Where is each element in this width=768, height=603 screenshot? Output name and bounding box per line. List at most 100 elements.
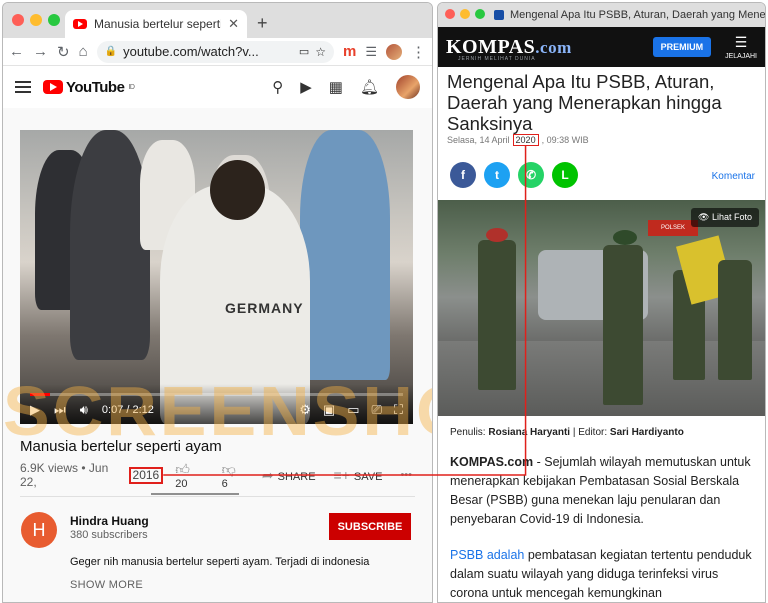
thumbs-up-icon: 👍︎ xyxy=(175,460,190,477)
psbb-link[interactable]: PSBB adalah xyxy=(450,548,524,562)
penulis-name[interactable]: Rosiana Haryanti xyxy=(488,427,570,438)
save-label: SAVE xyxy=(353,471,383,483)
kompas-logo-text: KOMPAS xyxy=(446,35,536,58)
share-arrow-icon: ➦ xyxy=(261,466,274,483)
article-headline: Mengenal Apa Itu PSBB, Aturan, Daerah ya… xyxy=(447,71,722,134)
play-icon[interactable]: ▶ xyxy=(30,402,40,418)
lihat-foto-button[interactable]: 👁︎ Lihat Foto xyxy=(691,208,759,227)
views-date: 6.9K views • Jun 22, xyxy=(20,461,109,489)
profile-avatar-icon[interactable] xyxy=(386,43,402,60)
next-icon[interactable]: ⏭︎ xyxy=(54,402,66,418)
user-avatar[interactable] xyxy=(396,75,420,99)
apps-grid-icon[interactable]: ▦ xyxy=(329,78,343,96)
minimize-window-button[interactable] xyxy=(30,14,42,26)
extension-m-icon[interactable]: m xyxy=(343,43,356,60)
kompas-favicon-icon xyxy=(494,10,504,20)
article-photo[interactable]: POLSEK 👁︎ Lihat Foto xyxy=(438,200,765,416)
forward-arrow-icon[interactable]: → xyxy=(33,43,48,60)
show-more-button[interactable]: SHOW MORE xyxy=(70,579,143,591)
media-list-icon[interactable]: ☰ xyxy=(365,44,377,60)
like-button[interactable]: 👍︎20 xyxy=(175,461,203,490)
dislike-button[interactable]: 👎︎6 xyxy=(222,461,244,490)
youtube-watch-page: GERMANY ▶ ⏭︎ 🔊︎ 0:07 / 2:12 ⚙ ▣ ▭ ⎚ ⛶ Ma… xyxy=(3,108,432,602)
window-controls xyxy=(12,14,60,26)
youtube-logo-text: YouTube xyxy=(66,78,125,96)
video-player[interactable]: GERMANY ▶ ⏭︎ 🔊︎ 0:07 / 2:12 ⚙ ▣ ▭ ⎚ ⛶ xyxy=(20,130,413,424)
subscriber-count: 380 subscribers xyxy=(70,529,148,541)
channel-name[interactable]: Hindra Huang xyxy=(70,514,149,528)
penulis-label: Penulis: xyxy=(450,427,486,438)
youtube-header: YouTube ID ⚲ ▶ ▦ 🔔︎ xyxy=(3,66,432,108)
lihat-foto-label: Lihat Foto xyxy=(711,212,752,222)
time-display: 0:07 / 2:12 xyxy=(101,404,154,416)
progress-bar[interactable] xyxy=(30,393,403,396)
video-description: Geger nih manusia bertelur seperti ayam.… xyxy=(70,556,370,568)
year-highlight-box: 2016 xyxy=(128,466,164,484)
new-tab-button[interactable]: + xyxy=(257,13,268,34)
zoom-window-button[interactable] xyxy=(48,14,60,26)
tab-title: Manusia bertelur seperti ayam xyxy=(94,17,222,31)
settings-gear-icon[interactable]: ⚙ xyxy=(299,402,311,418)
browser-titlebar: Manusia bertelur seperti ayam ✕ + xyxy=(3,3,432,38)
eye-icon: 👁︎ xyxy=(698,212,712,222)
address-bar[interactable]: 🔒 youtube.com/watch?v... ▭ ☆ xyxy=(96,40,334,63)
date-prefix: Selasa, 14 April xyxy=(447,135,510,145)
reload-icon[interactable]: ↻ xyxy=(57,43,70,61)
cast-icon[interactable]: ⎚ xyxy=(371,402,381,418)
browser-titlebar: Mengenal Apa Itu PSBB, Aturan, Daerah ya… xyxy=(438,3,765,27)
facebook-share-icon[interactable]: f xyxy=(450,162,476,188)
search-icon[interactable]: ⚲ xyxy=(272,78,283,96)
lock-icon: 🔒 xyxy=(104,46,118,57)
kompas-tagline: JERNIH MELIHAT DUNIA xyxy=(458,56,536,62)
minimize-window-button[interactable] xyxy=(460,9,470,19)
player-controls: ▶ ⏭︎ 🔊︎ 0:07 / 2:12 ⚙ ▣ ▭ ⎚ ⛶ xyxy=(20,384,413,424)
close-window-button[interactable] xyxy=(445,9,455,19)
channel-avatar[interactable]: H xyxy=(21,512,57,548)
theater-mode-icon[interactable]: ▭ xyxy=(347,402,359,418)
article-date: Selasa, 14 April 2020 , 09:38 WIB xyxy=(447,134,589,146)
share-button[interactable]: ➦ SHARE xyxy=(262,467,316,484)
browser-toolbar: ← → ↻ ⌂ 🔒 youtube.com/watch?v... ▭ ☆ m ☰… xyxy=(3,38,432,66)
url-text: youtube.com/watch?v... xyxy=(123,44,259,59)
home-icon[interactable]: ⌂ xyxy=(79,43,88,60)
menu-dots-icon[interactable]: ⋮ xyxy=(411,43,426,61)
youtube-logo[interactable]: YouTube ID xyxy=(43,78,135,96)
video-meta-row: 6.9K views • Jun 22, 2016 👍︎20 👎︎6 ➦ SHAR… xyxy=(20,461,412,490)
notifications-bell-icon[interactable]: 🔔︎ xyxy=(360,78,379,96)
more-actions-button[interactable]: ••• xyxy=(400,469,412,481)
youtube-browser-window: Manusia bertelur seperti ayam ✕ + ← → ↻ … xyxy=(2,2,433,603)
tab-close-icon[interactable]: ✕ xyxy=(228,16,239,32)
article-paragraph-1: KOMPAS.com - Sejumlah wilayah memutuskan… xyxy=(450,453,755,529)
dislike-count: 6 xyxy=(221,477,228,490)
dateline: KOMPAS.com xyxy=(450,455,534,469)
premium-button[interactable]: PREMIUM xyxy=(652,37,712,57)
editor-name[interactable]: Sari Hardiyanto xyxy=(610,427,684,438)
subscribe-button[interactable]: SUBSCRIBE xyxy=(329,513,411,540)
zoom-window-button[interactable] xyxy=(475,9,485,19)
create-video-icon[interactable]: ▶ xyxy=(300,78,312,96)
miniplayer-icon[interactable]: ▣ xyxy=(323,402,335,418)
line-share-icon[interactable]: L xyxy=(552,162,578,188)
bookmark-star-icon[interactable]: ☆ xyxy=(315,45,326,59)
whatsapp-share-icon[interactable]: ✆ xyxy=(518,162,544,188)
komentar-link[interactable]: Komentar xyxy=(712,171,755,182)
save-button[interactable]: ≡+ SAVE xyxy=(334,467,383,483)
close-window-button[interactable] xyxy=(12,14,24,26)
video-frame: GERMANY xyxy=(20,130,413,424)
divider xyxy=(20,496,415,497)
article-byline: Penulis: Rosiana Haryanti | Editor: Sari… xyxy=(450,427,684,438)
fullscreen-icon[interactable]: ⛶ xyxy=(394,402,403,418)
cast-icon[interactable]: ▭ xyxy=(299,45,309,58)
youtube-favicon-icon xyxy=(73,19,87,29)
tab-title[interactable]: Mengenal Apa Itu PSBB, Aturan, Daerah ya… xyxy=(510,9,765,21)
progress-fill xyxy=(30,393,50,396)
back-arrow-icon[interactable]: ← xyxy=(9,43,24,60)
editor-label: | Editor: xyxy=(572,427,608,438)
hamburger-menu-icon[interactable] xyxy=(15,81,31,93)
volume-icon[interactable]: 🔊︎ xyxy=(80,402,88,418)
youtube-play-logo-icon xyxy=(43,80,63,94)
jelajahi-button[interactable]: ☰ JELAJAHI xyxy=(725,34,757,60)
like-ratio-bar xyxy=(151,493,239,495)
twitter-share-icon[interactable]: t xyxy=(484,162,510,188)
browser-tab-youtube[interactable]: Manusia bertelur seperti ayam ✕ xyxy=(65,10,247,38)
